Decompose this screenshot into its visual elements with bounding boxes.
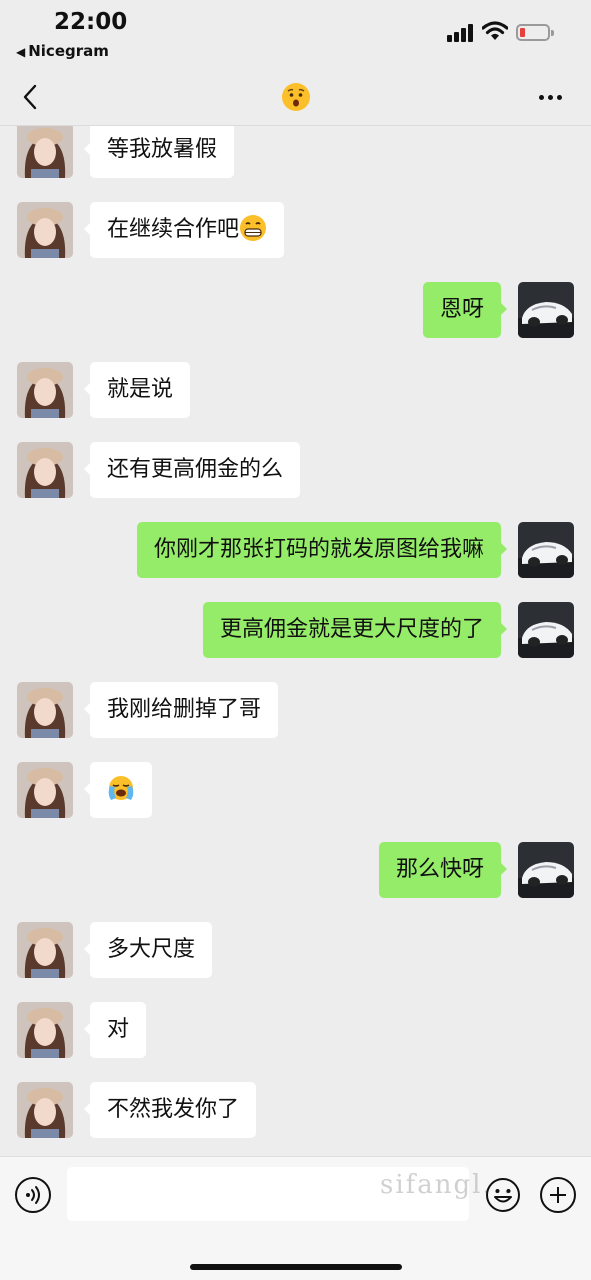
contact-avatar[interactable]: [17, 202, 73, 258]
outgoing-message-bubble[interactable]: 恩呀: [422, 282, 508, 338]
status-time: 22:00: [54, 9, 128, 35]
message-row: 还有更高佣金的么: [0, 442, 591, 502]
message-text: 不然我发你了: [107, 1097, 240, 1122]
wifi-icon: [482, 21, 508, 40]
incoming-message-bubble[interactable]: 不然我发你了: [83, 1082, 257, 1138]
message-text: 还有更高佣金的么: [107, 457, 284, 482]
message-text: 在继续合作吧: [107, 217, 240, 242]
incoming-message-bubble[interactable]: 等我放暑假: [83, 126, 235, 178]
worried-face-emoji: [282, 83, 310, 111]
contact-avatar[interactable]: [17, 762, 73, 818]
message-row: 就是说: [0, 362, 591, 422]
message-text: 我刚给删掉了哥: [107, 697, 262, 722]
message-text: 多大尺度: [107, 937, 196, 962]
contact-avatar[interactable]: [17, 1082, 73, 1138]
message-row: 等我放暑假: [0, 126, 591, 182]
my-avatar[interactable]: [518, 842, 574, 898]
chat-header: [0, 70, 591, 126]
incoming-message-bubble[interactable]: [84, 762, 152, 818]
contact-avatar[interactable]: [17, 442, 73, 498]
chevron-left-icon[interactable]: [18, 82, 44, 112]
message-text: 等我放暑假: [107, 137, 218, 162]
incoming-message-bubble[interactable]: 还有更高佣金的么: [83, 442, 301, 498]
contact-avatar[interactable]: [17, 922, 73, 978]
message-row: 在继续合作吧: [0, 202, 591, 262]
my-avatar[interactable]: [518, 522, 574, 578]
outgoing-message-bubble[interactable]: 更高佣金就是更大尺度的了: [202, 602, 508, 658]
message-input[interactable]: [67, 1167, 469, 1221]
battery-low-icon: [516, 24, 554, 41]
input-bar: sifangl...: [0, 1156, 591, 1280]
message-row: 你刚才那张打码的就发原图给我嘛: [0, 522, 591, 582]
back-to-app-link[interactable]: ◀ Nicegram: [16, 42, 109, 60]
incoming-message-bubble[interactable]: 我刚给删掉了哥: [83, 682, 279, 738]
home-indicator: [190, 1264, 402, 1270]
signal-icon: [447, 24, 475, 42]
message-list[interactable]: 等我放暑假 在继续合作吧 恩呀 就是说 还有更高佣金的么 你刚才那张打码的就发原…: [0, 126, 591, 1156]
message-row: 多大尺度: [0, 922, 591, 982]
message-text: 对: [107, 1017, 130, 1042]
message-text: 那么快呀: [395, 857, 484, 882]
message-row: [0, 762, 591, 822]
message-text: 就是说: [107, 377, 174, 402]
incoming-message-bubble[interactable]: 多大尺度: [83, 922, 213, 978]
message-row: 我刚给删掉了哥: [0, 682, 591, 742]
contact-avatar[interactable]: [17, 362, 73, 418]
back-app-label: Nicegram: [28, 42, 109, 60]
more-options-button[interactable]: [536, 86, 566, 108]
contact-avatar[interactable]: [17, 682, 73, 738]
loudly-crying-face-emoji: [108, 776, 134, 800]
contact-avatar[interactable]: [17, 1002, 73, 1058]
outgoing-message-bubble[interactable]: 你刚才那张打码的就发原图给我嘛: [136, 522, 508, 578]
my-avatar[interactable]: [518, 602, 574, 658]
contact-avatar[interactable]: [17, 126, 73, 178]
message-row: 恩呀: [0, 282, 591, 342]
message-text: 你刚才那张打码的就发原图给我嘛: [153, 537, 484, 562]
message-text: 恩呀: [439, 297, 484, 322]
plus-icon[interactable]: [540, 1177, 576, 1213]
incoming-message-bubble[interactable]: 就是说: [83, 362, 191, 418]
message-row: 对: [0, 1002, 591, 1062]
outgoing-message-bubble[interactable]: 那么快呀: [378, 842, 508, 898]
incoming-message-bubble[interactable]: 在继续合作吧: [83, 202, 285, 258]
my-avatar[interactable]: [518, 282, 574, 338]
incoming-message-bubble[interactable]: 对: [83, 1002, 147, 1058]
status-bar: 22:00 ◀ Nicegram: [0, 0, 591, 70]
voice-icon[interactable]: [15, 1177, 51, 1213]
emoji-icon[interactable]: [485, 1177, 521, 1213]
grinning-face-emoji: [240, 215, 267, 241]
back-triangle-icon: ◀: [16, 45, 26, 59]
message-row: 更高佣金就是更大尺度的了: [0, 602, 591, 662]
message-text: 更高佣金就是更大尺度的了: [219, 617, 484, 642]
message-row: 那么快呀: [0, 842, 591, 902]
message-row: 不然我发你了: [0, 1082, 591, 1142]
